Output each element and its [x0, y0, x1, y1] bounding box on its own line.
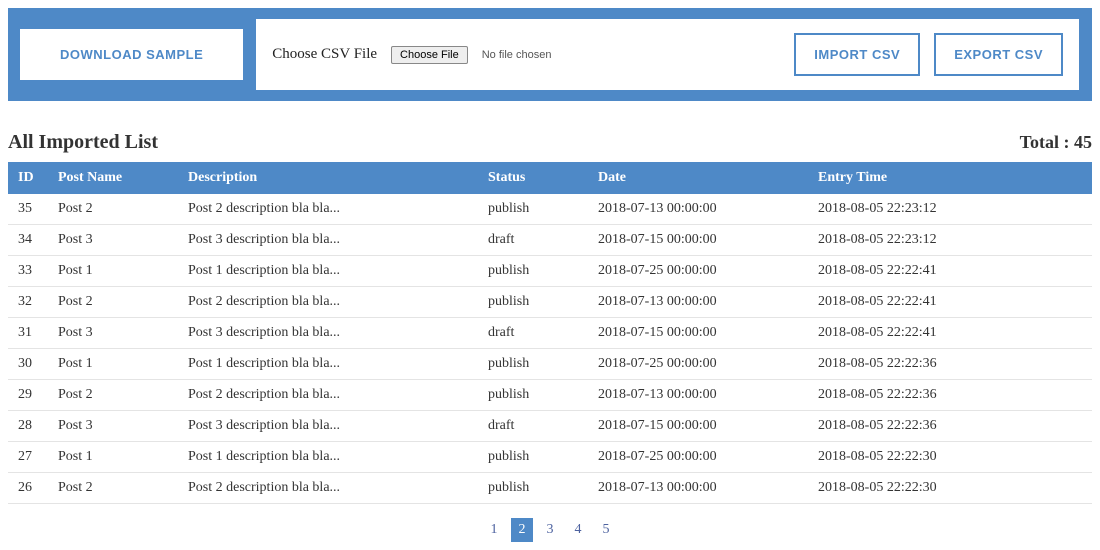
- cell-status: publish: [478, 287, 588, 318]
- table-row: 27Post 1Post 1 description bla bla...pub…: [8, 442, 1092, 473]
- cell-id: 28: [8, 411, 48, 442]
- cell-id: 35: [8, 194, 48, 225]
- cell-description: Post 1 description bla bla...: [178, 349, 478, 380]
- col-date: Date: [588, 162, 808, 194]
- page-link-5[interactable]: 5: [595, 518, 617, 542]
- import-csv-button[interactable]: IMPORT CSV: [794, 33, 920, 76]
- cell-status: draft: [478, 225, 588, 256]
- cell-status: publish: [478, 256, 588, 287]
- cell-description: Post 1 description bla bla...: [178, 256, 478, 287]
- cell-post-name: Post 3: [48, 318, 178, 349]
- cell-date: 2018-07-13 00:00:00: [588, 473, 808, 504]
- table-row: 32Post 2Post 2 description bla bla...pub…: [8, 287, 1092, 318]
- cell-date: 2018-07-25 00:00:00: [588, 442, 808, 473]
- page-link-4[interactable]: 4: [567, 518, 589, 542]
- cell-post-name: Post 1: [48, 349, 178, 380]
- cell-status: publish: [478, 473, 588, 504]
- pagination: 12345: [8, 518, 1092, 542]
- cell-post-name: Post 3: [48, 225, 178, 256]
- cell-entry-time: 2018-08-05 22:22:41: [808, 256, 1092, 287]
- list-header: All Imported List Total : 45: [8, 131, 1092, 154]
- cell-status: publish: [478, 380, 588, 411]
- download-sample-button[interactable]: DOWNLOAD SAMPLE: [20, 29, 243, 80]
- cell-description: Post 2 description bla bla...: [178, 287, 478, 318]
- page-title: All Imported List: [8, 131, 158, 154]
- cell-entry-time: 2018-08-05 22:23:12: [808, 225, 1092, 256]
- total-count: Total : 45: [1020, 132, 1092, 153]
- cell-id: 30: [8, 349, 48, 380]
- page-link-1[interactable]: 1: [483, 518, 505, 542]
- cell-id: 32: [8, 287, 48, 318]
- col-description: Description: [178, 162, 478, 194]
- cell-date: 2018-07-13 00:00:00: [588, 194, 808, 225]
- page-link-3[interactable]: 3: [539, 518, 561, 542]
- cell-entry-time: 2018-08-05 22:22:36: [808, 349, 1092, 380]
- cell-status: publish: [478, 442, 588, 473]
- cell-post-name: Post 1: [48, 442, 178, 473]
- cell-description: Post 3 description bla bla...: [178, 225, 478, 256]
- table-row: 34Post 3Post 3 description bla bla...dra…: [8, 225, 1092, 256]
- cell-post-name: Post 2: [48, 194, 178, 225]
- cell-description: Post 1 description bla bla...: [178, 442, 478, 473]
- col-status: Status: [478, 162, 588, 194]
- cell-description: Post 3 description bla bla...: [178, 318, 478, 349]
- page-link-2[interactable]: 2: [511, 518, 533, 542]
- cell-entry-time: 2018-08-05 22:22:41: [808, 287, 1092, 318]
- choose-file-label: Choose CSV File: [272, 46, 377, 63]
- cell-date: 2018-07-25 00:00:00: [588, 256, 808, 287]
- cell-status: publish: [478, 349, 588, 380]
- cell-status: draft: [478, 318, 588, 349]
- table-row: 31Post 3Post 3 description bla bla...dra…: [8, 318, 1092, 349]
- cell-entry-time: 2018-08-05 22:22:30: [808, 473, 1092, 504]
- cell-post-name: Post 1: [48, 256, 178, 287]
- table-row: 26Post 2Post 2 description bla bla...pub…: [8, 473, 1092, 504]
- col-id: ID: [8, 162, 48, 194]
- cell-date: 2018-07-15 00:00:00: [588, 411, 808, 442]
- cell-id: 33: [8, 256, 48, 287]
- cell-entry-time: 2018-08-05 22:22:41: [808, 318, 1092, 349]
- cell-id: 34: [8, 225, 48, 256]
- cell-id: 27: [8, 442, 48, 473]
- cell-id: 26: [8, 473, 48, 504]
- export-csv-button[interactable]: EXPORT CSV: [934, 33, 1063, 76]
- cell-date: 2018-07-13 00:00:00: [588, 287, 808, 318]
- table-row: 33Post 1Post 1 description bla bla...pub…: [8, 256, 1092, 287]
- cell-status: draft: [478, 411, 588, 442]
- col-entry-time: Entry Time: [808, 162, 1092, 194]
- cell-id: 29: [8, 380, 48, 411]
- cell-entry-time: 2018-08-05 22:22:36: [808, 380, 1092, 411]
- cell-date: 2018-07-15 00:00:00: [588, 225, 808, 256]
- choose-file-button[interactable]: Choose File: [391, 46, 468, 64]
- table-row: 28Post 3Post 3 description bla bla...dra…: [8, 411, 1092, 442]
- col-post-name: Post Name: [48, 162, 178, 194]
- cell-date: 2018-07-13 00:00:00: [588, 380, 808, 411]
- imported-table: ID Post Name Description Status Date Ent…: [8, 162, 1092, 504]
- cell-entry-time: 2018-08-05 22:23:12: [808, 194, 1092, 225]
- cell-description: Post 3 description bla bla...: [178, 411, 478, 442]
- no-file-text: No file chosen: [482, 49, 552, 61]
- cell-post-name: Post 3: [48, 411, 178, 442]
- cell-entry-time: 2018-08-05 22:22:30: [808, 442, 1092, 473]
- table-row: 35Post 2Post 2 description bla bla...pub…: [8, 194, 1092, 225]
- cell-post-name: Post 2: [48, 473, 178, 504]
- cell-date: 2018-07-15 00:00:00: [588, 318, 808, 349]
- table-row: 29Post 2Post 2 description bla bla...pub…: [8, 380, 1092, 411]
- table-header-row: ID Post Name Description Status Date Ent…: [8, 162, 1092, 194]
- cell-entry-time: 2018-08-05 22:22:36: [808, 411, 1092, 442]
- file-chooser-panel: Choose CSV File Choose File No file chos…: [255, 18, 1080, 91]
- cell-post-name: Post 2: [48, 380, 178, 411]
- cell-description: Post 2 description bla bla...: [178, 473, 478, 504]
- cell-status: publish: [478, 194, 588, 225]
- cell-description: Post 2 description bla bla...: [178, 380, 478, 411]
- table-row: 30Post 1Post 1 description bla bla...pub…: [8, 349, 1092, 380]
- cell-description: Post 2 description bla bla...: [178, 194, 478, 225]
- cell-id: 31: [8, 318, 48, 349]
- cell-post-name: Post 2: [48, 287, 178, 318]
- toolbar: DOWNLOAD SAMPLE Choose CSV File Choose F…: [8, 8, 1092, 101]
- cell-date: 2018-07-25 00:00:00: [588, 349, 808, 380]
